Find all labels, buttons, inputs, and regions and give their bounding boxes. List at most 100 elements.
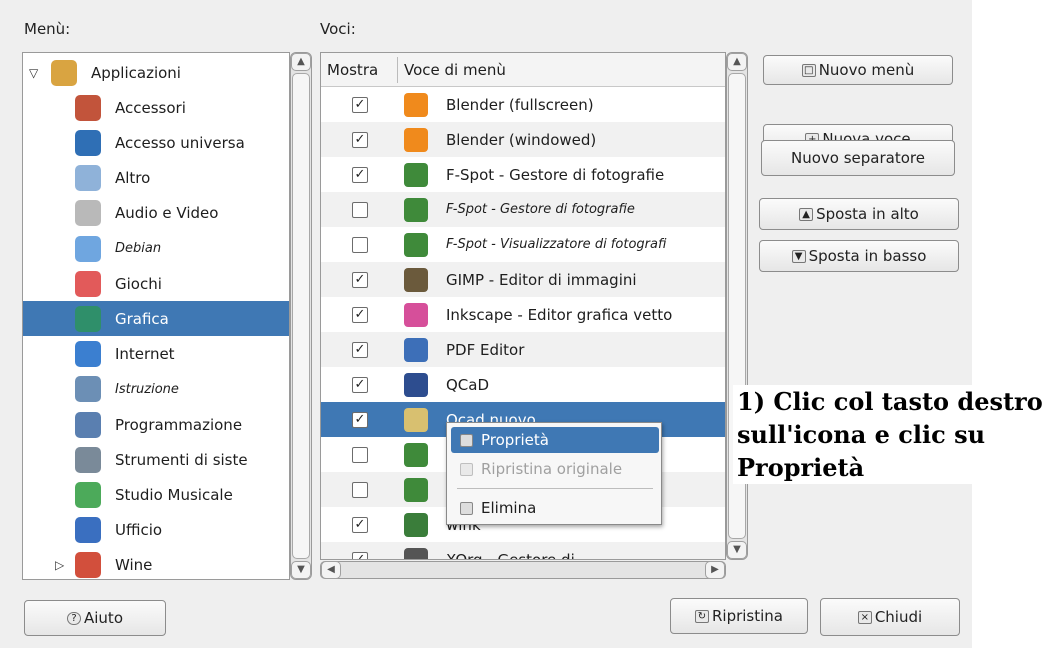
row-label: QCaD xyxy=(446,375,490,394)
scroll-up-icon[interactable]: ▲ xyxy=(291,53,311,71)
tree-item-14[interactable]: ▷ Wine xyxy=(23,548,289,579)
row-label: F-Spot - Visualizzatore di fotografi xyxy=(446,237,667,252)
expander-open-icon[interactable]: ▽ xyxy=(29,66,38,80)
table-row[interactable]: ✓ PDF Editor xyxy=(321,332,725,367)
items-table-hscrollbar[interactable]: ◀ ▶ xyxy=(320,561,726,579)
scroll-thumb[interactable] xyxy=(292,73,310,559)
system-tools-icon xyxy=(75,446,101,473)
tree-item-3[interactable]: Altro xyxy=(23,161,289,196)
new-separator-button[interactable]: Nuovo separatore xyxy=(761,140,955,176)
table-row[interactable]: ✓ Blender (windowed) xyxy=(321,122,725,157)
scroll-down-icon[interactable]: ▼ xyxy=(727,541,747,559)
graphics-icon xyxy=(75,305,101,332)
table-row[interactable]: ✓ Blender (fullscreen) xyxy=(321,87,725,122)
show-checkbox[interactable] xyxy=(352,446,368,463)
scroll-right-icon[interactable]: ▶ xyxy=(705,561,725,579)
show-checkbox[interactable]: ✓ xyxy=(352,131,368,148)
internet-icon xyxy=(75,341,101,368)
new-menu-icon: □ xyxy=(801,63,816,77)
show-checkbox[interactable]: ✓ xyxy=(352,341,368,358)
blender-icon xyxy=(404,92,428,117)
table-row[interactable]: F-Spot - Gestore di fotografie xyxy=(321,192,725,227)
context-menu-delete[interactable]: Elimina xyxy=(451,495,659,521)
properties-icon xyxy=(460,433,473,447)
show-checkbox[interactable] xyxy=(352,481,368,498)
move-down-button[interactable]: ▼ Sposta in basso xyxy=(759,240,959,272)
qcad-icon xyxy=(404,372,428,397)
office-icon xyxy=(75,517,101,544)
scroll-down-icon[interactable]: ▼ xyxy=(291,561,311,579)
arrow-up-icon: ▲ xyxy=(799,207,814,221)
tree-item-label: Wine xyxy=(115,556,153,575)
show-checkbox[interactable]: ✓ xyxy=(352,96,368,113)
table-row[interactable]: ✓ GIMP - Editor di immagini xyxy=(321,262,725,297)
tree-item-2[interactable]: Accesso universa xyxy=(23,125,289,160)
table-row[interactable]: ✓ Inkscape - Editor grafica vetto xyxy=(321,297,725,332)
accessories-icon xyxy=(75,94,101,121)
scroll-left-icon[interactable]: ◀ xyxy=(321,561,341,579)
tree-item-0[interactable]: ▽ Applicazioni xyxy=(23,55,289,90)
row-label: F-Spot - Gestore di fotografie xyxy=(446,165,665,184)
tree-item-13[interactable]: Ufficio xyxy=(23,513,289,548)
menu-tree[interactable]: ▽ Applicazioni Accessori Accesso universa Al… xyxy=(22,52,290,580)
table-header: Mostra Voce di menù xyxy=(321,53,725,87)
delete-icon xyxy=(460,501,473,515)
column-item-header[interactable]: Voce di menù xyxy=(404,61,506,79)
help-button[interactable]: ? Aiuto xyxy=(24,600,166,636)
move-up-button[interactable]: ▲ Sposta in alto xyxy=(759,198,959,230)
other-icon xyxy=(75,165,101,192)
fspot-icon xyxy=(404,162,428,187)
show-checkbox[interactable] xyxy=(352,201,368,218)
show-checkbox[interactable]: ✓ xyxy=(352,376,368,393)
row-label: XOrg - Gestore di ... xyxy=(446,550,594,560)
column-show-header[interactable]: Mostra xyxy=(327,61,378,79)
context-menu-restore-original[interactable]: Ripristina originale xyxy=(451,456,659,482)
tree-item-4[interactable]: Audio e Video xyxy=(23,196,289,231)
new-separator-label: Nuovo separatore xyxy=(791,149,925,167)
row-label: GIMP - Editor di immagini xyxy=(446,270,637,289)
show-checkbox[interactable]: ✓ xyxy=(352,516,368,533)
scroll-up-icon[interactable]: ▲ xyxy=(727,53,747,71)
show-checkbox[interactable]: ✓ xyxy=(352,411,368,428)
delete-label: Elimina xyxy=(481,499,537,517)
table-row[interactable]: F-Spot - Visualizzatore di fotografi xyxy=(321,227,725,262)
context-menu-properties[interactable]: Proprietà xyxy=(451,427,659,453)
tree-item-6[interactable]: Giochi xyxy=(23,266,289,301)
fspot-icon xyxy=(404,477,428,502)
tree-item-7[interactable]: Grafica xyxy=(23,301,289,337)
restore-label: Ripristina xyxy=(711,607,783,625)
show-checkbox[interactable] xyxy=(352,236,368,253)
restore-button[interactable]: ↻ Ripristina xyxy=(670,598,808,634)
close-button[interactable]: × Chiudi xyxy=(820,598,960,636)
annotation-line-3: Proprietà xyxy=(737,453,865,482)
fspot-icon xyxy=(404,197,428,222)
fspot-icon xyxy=(404,232,428,257)
row-label: F-Spot - Gestore di fotografie xyxy=(446,202,635,217)
tree-item-label: Audio e Video xyxy=(115,204,219,223)
expander-closed-icon[interactable]: ▷ xyxy=(55,558,64,572)
tree-item-label: Accesso universa xyxy=(115,133,245,152)
tree-item-9[interactable]: Istruzione xyxy=(23,372,289,407)
row-label: Blender (windowed) xyxy=(446,130,597,149)
tree-item-1[interactable]: Accessori xyxy=(23,90,289,125)
tree-item-5[interactable]: Debian xyxy=(23,231,289,266)
tree-item-label: Altro xyxy=(115,169,151,188)
tree-item-12[interactable]: Studio Musicale xyxy=(23,477,289,512)
tree-item-label: Giochi xyxy=(115,274,162,293)
table-row[interactable]: ✓ XOrg - Gestore di ... xyxy=(321,542,725,560)
table-row[interactable]: ✓ F-Spot - Gestore di fotografie xyxy=(321,157,725,192)
show-checkbox[interactable]: ✓ xyxy=(352,166,368,183)
tree-item-11[interactable]: Strumenti di siste xyxy=(23,442,289,477)
tree-item-10[interactable]: Programmazione xyxy=(23,407,289,442)
table-row[interactable]: ✓ QCaD xyxy=(321,367,725,402)
show-checkbox[interactable]: ✓ xyxy=(352,306,368,323)
show-checkbox[interactable]: ✓ xyxy=(352,551,368,559)
new-menu-button[interactable]: □ Nuovo menù xyxy=(763,55,953,85)
show-checkbox[interactable]: ✓ xyxy=(352,271,368,288)
help-label: Aiuto xyxy=(84,609,123,627)
tree-item-8[interactable]: Internet xyxy=(23,337,289,372)
multimedia-icon xyxy=(75,200,101,227)
tree-item-label: Ufficio xyxy=(115,521,163,540)
annotation-note: 1) Clic col tasto destro sull'icona e cl… xyxy=(733,385,1045,484)
menu-tree-scrollbar[interactable]: ▲ ▼ xyxy=(290,52,312,580)
